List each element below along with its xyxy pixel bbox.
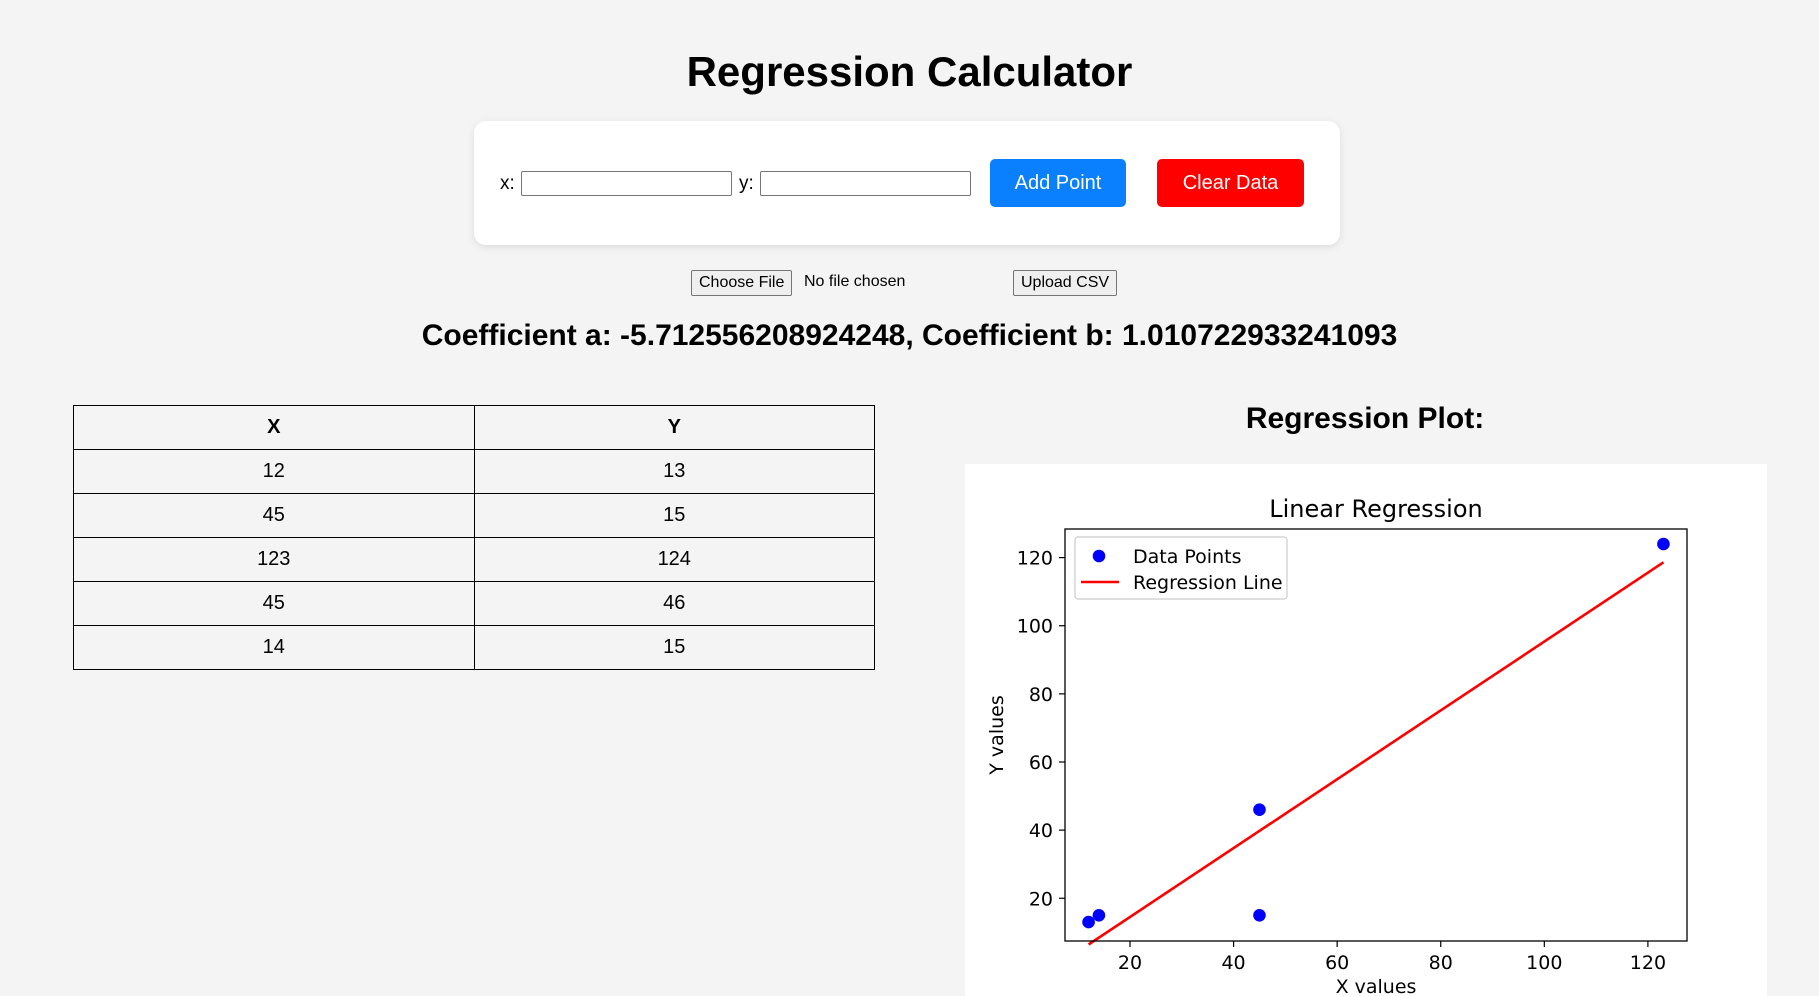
add-point-button[interactable]: Add Point xyxy=(990,159,1126,207)
y-tick-label: 60 xyxy=(1029,752,1053,774)
cell-x: 123 xyxy=(73,537,475,582)
y-tick-label: 100 xyxy=(1017,616,1053,638)
table-row: 45 15 xyxy=(73,493,875,538)
x-tick-label: 120 xyxy=(1630,952,1666,974)
x-tick-label: 60 xyxy=(1325,952,1349,974)
x-tick-label: 80 xyxy=(1429,952,1453,974)
table-row: 14 15 xyxy=(73,625,875,670)
x-label: x: xyxy=(500,173,515,194)
x-tick-label: 100 xyxy=(1526,952,1562,974)
legend-label-points: Data Points xyxy=(1133,546,1241,568)
cell-y: 13 xyxy=(473,449,875,494)
y-input[interactable] xyxy=(760,171,971,196)
cell-x: 45 xyxy=(73,581,475,626)
y-tick-label: 40 xyxy=(1029,820,1053,842)
coefficients-text: Coefficient a: -5.712556208924248, Coeff… xyxy=(421,319,1398,352)
file-status: No file chosen xyxy=(804,273,906,290)
data-table: X Y 12 13 45 15 123 124 45 46 14 15 xyxy=(73,405,875,670)
table-row: 12 13 xyxy=(73,449,875,494)
regression-chart-svg: Linear Regression 20 40 60 80 100 120 20 40 60 80 1… xyxy=(986,495,1688,996)
table-header-row: X Y xyxy=(73,405,875,450)
cell-y: 15 xyxy=(473,493,875,538)
y-tick-label: 80 xyxy=(1029,684,1053,706)
cell-y: 46 xyxy=(473,581,875,626)
cell-x: 45 xyxy=(73,493,475,538)
x-tick-label: 20 xyxy=(1118,952,1142,974)
data-point xyxy=(1082,915,1095,929)
y-tick-label: 20 xyxy=(1029,888,1053,910)
data-point xyxy=(1092,908,1106,922)
cell-y: 15 xyxy=(473,625,875,670)
page-title: Regression Calculator xyxy=(686,48,1133,95)
clear-data-button[interactable]: Clear Data xyxy=(1157,159,1304,207)
regression-line xyxy=(1087,561,1665,946)
x-axis-label: X values xyxy=(1336,976,1417,996)
y-axis-label: Y values xyxy=(986,695,1008,775)
legend-label-line: Regression Line xyxy=(1133,572,1283,594)
header-x: X xyxy=(73,405,475,450)
data-point xyxy=(1657,537,1670,551)
regression-plot: Linear Regression 20 40 60 80 100 120 20 40 60 80 1… xyxy=(965,464,1767,996)
cell-y: 124 xyxy=(473,537,875,582)
plot-heading: Regression Plot: xyxy=(1245,402,1485,435)
data-point xyxy=(1253,803,1266,816)
legend-marker-points xyxy=(1092,549,1106,563)
table-row: 45 46 xyxy=(73,581,875,626)
table-row: 123 124 xyxy=(73,537,875,582)
header-y: Y xyxy=(473,405,875,450)
x-input[interactable] xyxy=(521,171,732,196)
upload-csv-button[interactable]: Upload CSV xyxy=(1013,270,1118,296)
choose-file-button[interactable]: Choose File xyxy=(691,270,793,296)
y-tick-label: 120 xyxy=(1017,548,1053,570)
chart-title: Linear Regression xyxy=(1269,495,1483,523)
cell-x: 14 xyxy=(73,625,475,670)
x-tick-label: 40 xyxy=(1221,952,1245,974)
y-label: y: xyxy=(739,173,754,194)
cell-x: 12 xyxy=(73,449,475,494)
data-point xyxy=(1253,908,1266,922)
